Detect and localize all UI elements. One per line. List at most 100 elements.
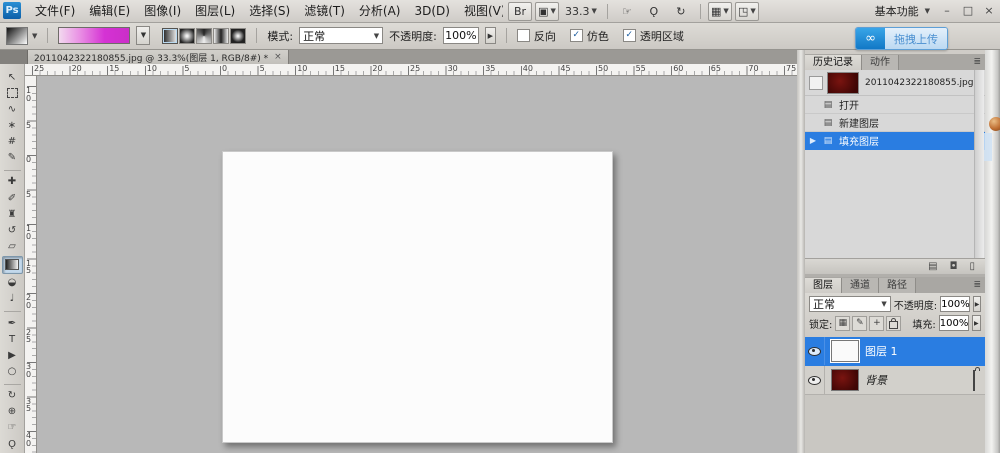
drag-upload-badge[interactable]: ∞ 拖拽上传 — [855, 27, 948, 50]
lock-transparent-pixels-icon[interactable]: ▦ — [835, 316, 850, 331]
crop-tool[interactable]: # — [3, 135, 22, 149]
layer-row[interactable]: 图层 1 — [805, 337, 985, 366]
minimize-button[interactable]: – — [940, 1, 954, 21]
delete-state-button[interactable]: ▯ — [969, 261, 975, 272]
visibility-toggle[interactable] — [805, 337, 825, 365]
move-tool[interactable]: ↖ — [3, 70, 22, 84]
radial-gradient-button[interactable] — [179, 28, 195, 44]
history-state-row[interactable]: ▤打开 — [805, 96, 985, 114]
healing-brush-tool[interactable]: ✚ — [3, 175, 22, 189]
shape-tool[interactable]: ○ — [3, 364, 22, 378]
layer-row[interactable]: 背景 — [805, 366, 985, 395]
zoom-level-control[interactable]: 33.3▼ — [562, 2, 600, 21]
option-checkbox[interactable]: ✓透明区域 — [623, 28, 684, 44]
hand-tool[interactable]: ☞ — [3, 421, 22, 435]
menubar-item[interactable]: 编辑(E) — [82, 1, 137, 22]
opacity-slider-arrow[interactable]: ▶ — [485, 27, 496, 44]
menubar-item[interactable]: 图像(I) — [137, 1, 188, 22]
diamond-gradient-button[interactable] — [230, 28, 246, 44]
dodge-tool[interactable]: ♩ — [3, 292, 22, 306]
history-tab[interactable]: 历史记录 — [805, 55, 862, 70]
layers-tab[interactable]: 路径 — [879, 278, 916, 293]
bridge-launch-button[interactable]: Br — [508, 2, 532, 21]
layer-fill-arrow[interactable]: ▶ — [972, 315, 981, 331]
gradient-tool[interactable] — [2, 256, 23, 274]
history-brush-source-icon[interactable] — [809, 76, 823, 90]
history-state-row[interactable]: ▶▤填充图层 — [805, 132, 985, 150]
lasso-tool[interactable]: ∿ — [3, 102, 22, 116]
scroll-handle-dot[interactable] — [989, 117, 1000, 131]
hand-tool-button[interactable]: ☞ — [615, 2, 639, 21]
quick-selection-tool[interactable]: ∗ — [3, 118, 22, 132]
layer-opacity-input[interactable]: 100% — [940, 296, 970, 312]
menubar-item[interactable]: 3D(D) — [407, 1, 456, 22]
layer-blend-mode-select[interactable]: 正常 ▼ — [809, 296, 891, 312]
menubar-item[interactable]: 图层(L) — [188, 1, 242, 22]
workspace-switcher[interactable]: 基本功能 ▼ — [875, 3, 930, 19]
blend-mode-select[interactable]: 正常 ▼ — [299, 27, 383, 44]
tool-panel-header[interactable] — [0, 50, 28, 64]
zoom-tool[interactable]: Ǫ — [3, 437, 22, 451]
layer-opacity-arrow[interactable]: ▶ — [973, 296, 981, 312]
collapsed-dock-strip[interactable] — [985, 50, 1000, 453]
new-document-from-state-button[interactable]: ▤ — [928, 261, 937, 272]
eyedropper-tool[interactable]: ✎ — [3, 151, 22, 165]
lock-image-pixels-icon[interactable]: ✎ — [852, 316, 867, 331]
panel-menu-icon[interactable]: ≣ — [973, 55, 981, 70]
lock-all-icon[interactable] — [886, 316, 901, 331]
lock-position-icon[interactable]: + — [869, 316, 884, 331]
restore-button[interactable]: □ — [961, 1, 975, 21]
panel-menu-icon[interactable]: ≣ — [973, 278, 981, 293]
blur-tool[interactable]: ◒ — [3, 276, 22, 290]
document-tab[interactable]: 2011042322180855.jpg @ 33.3%(图层 1, RGB/8… — [28, 50, 289, 64]
gradient-picker-arrow[interactable]: ▼ — [136, 26, 150, 45]
history-scrollbar[interactable] — [974, 70, 984, 258]
tool-preset-picker[interactable]: ▼ — [6, 27, 37, 45]
menubar-item[interactable]: 文件(F) — [28, 1, 82, 22]
history-state-row[interactable]: ▤新建图层 — [805, 114, 985, 132]
menubar-item[interactable]: 滤镜(T) — [297, 1, 352, 22]
brush-tool[interactable]: ✐ — [3, 191, 22, 205]
history-brush-tool[interactable]: ↺ — [3, 223, 22, 237]
history-tab[interactable]: 动作 — [862, 55, 899, 70]
option-checkbox[interactable]: ✓仿色 — [570, 28, 609, 44]
vertical-ruler[interactable]: 1050510152025303540 — [25, 76, 37, 453]
checkbox-unchecked-icon[interactable] — [517, 29, 530, 42]
gradient-editor-preview[interactable] — [58, 27, 130, 44]
layers-tab[interactable]: 图层 — [805, 278, 842, 293]
history-snapshot-row[interactable]: 2011042322180855.jpg — [805, 70, 985, 96]
checkbox-checked-icon[interactable]: ✓ — [570, 29, 583, 42]
reflected-gradient-button[interactable] — [213, 28, 229, 44]
visibility-toggle[interactable] — [805, 366, 825, 394]
layers-tab[interactable]: 通道 — [842, 278, 879, 293]
view-extras-button[interactable]: ▣▼ — [535, 2, 559, 21]
menubar-item[interactable]: 选择(S) — [242, 1, 297, 22]
panel-dock-divider[interactable] — [797, 50, 805, 453]
menubar-item[interactable]: 视图(V) — [457, 1, 503, 22]
opacity-input[interactable]: 100% — [443, 27, 479, 44]
screen-mode-button[interactable]: ◳▼ — [735, 2, 759, 21]
document-canvas[interactable] — [222, 151, 613, 443]
close-icon[interactable]: × — [274, 52, 282, 62]
angle-gradient-button[interactable] — [196, 28, 212, 44]
history-brush-slot[interactable]: ▶ — [805, 136, 821, 145]
arrange-documents-button[interactable]: ▦▼ — [708, 2, 732, 21]
3d-rotate-tool[interactable]: ↻ — [3, 389, 22, 403]
checkbox-checked-icon[interactable]: ✓ — [623, 29, 636, 42]
rotate-view-button[interactable]: ↻ — [669, 2, 693, 21]
clone-stamp-tool[interactable]: ♜ — [3, 207, 22, 221]
linear-gradient-button[interactable] — [162, 28, 178, 44]
marquee-tool[interactable] — [3, 86, 22, 100]
menubar-item[interactable]: 分析(A) — [352, 1, 408, 22]
pen-tool[interactable]: ✒ — [3, 316, 22, 330]
type-tool[interactable]: T — [3, 332, 22, 346]
horizontal-ruler[interactable]: 252015105051015202530354045505560657075 — [25, 64, 797, 76]
close-button[interactable]: × — [982, 1, 996, 21]
option-checkbox[interactable]: 反向 — [517, 28, 556, 44]
3d-orbit-tool[interactable]: ⊕ — [3, 405, 22, 419]
eraser-tool[interactable]: ▱ — [3, 240, 22, 254]
new-snapshot-button[interactable]: ◘ — [950, 261, 958, 272]
zoom-tool-button[interactable]: Ǫ — [642, 2, 666, 21]
path-selection-tool[interactable]: ▶ — [3, 348, 22, 362]
layer-fill-input[interactable]: 100% — [939, 315, 969, 331]
